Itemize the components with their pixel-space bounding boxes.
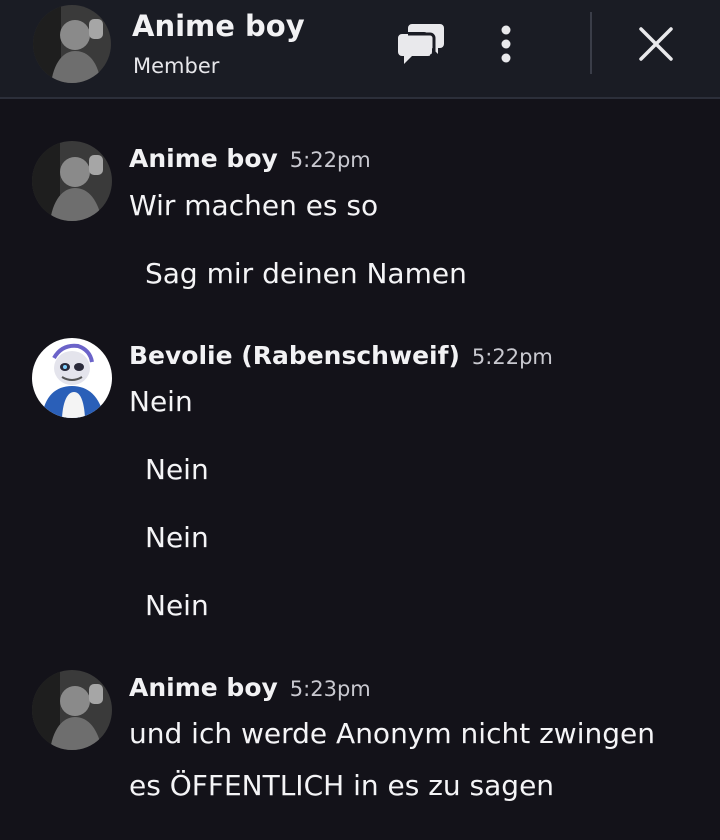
message-timestamp: 5:22pm bbox=[289, 148, 371, 172]
close-icon[interactable] bbox=[630, 18, 682, 70]
message-text: Nein bbox=[145, 453, 209, 486]
author-name: Anime boy bbox=[129, 144, 278, 173]
message-author[interactable]: Bevolie (Rabenschweif) 5:22pm bbox=[129, 340, 553, 373]
member-role: Member bbox=[133, 54, 220, 78]
message-text: Nein bbox=[145, 589, 209, 622]
message-author[interactable]: Anime boy 5:23pm bbox=[129, 672, 371, 705]
message-author[interactable]: Anime boy 5:22pm bbox=[129, 143, 371, 176]
avatar[interactable] bbox=[32, 670, 112, 750]
more-vertical-icon[interactable] bbox=[490, 20, 522, 68]
avatar[interactable] bbox=[32, 338, 112, 418]
avatar[interactable] bbox=[32, 141, 112, 221]
chat-title: Anime boy bbox=[132, 9, 305, 43]
message-text: es ÖFFENTLICH in es zu sagen bbox=[129, 769, 555, 802]
message-text: und ich werde Anonym nicht zwingen bbox=[129, 717, 655, 750]
chat-header: Anime boy Member bbox=[0, 0, 720, 99]
chat-bubbles-icon[interactable] bbox=[394, 18, 450, 70]
author-name: Bevolie (Rabenschweif) bbox=[129, 341, 460, 370]
message-text: Nein bbox=[145, 521, 209, 554]
header-divider bbox=[590, 12, 592, 74]
message-text: Nein bbox=[129, 385, 193, 418]
message-text: Sag mir deinen Namen bbox=[145, 257, 467, 290]
message-timestamp: 5:22pm bbox=[471, 345, 553, 369]
message-text: Wir machen es so bbox=[129, 189, 379, 222]
author-name: Anime boy bbox=[129, 673, 278, 702]
avatar[interactable] bbox=[33, 5, 111, 83]
message-timestamp: 5:23pm bbox=[289, 677, 371, 701]
